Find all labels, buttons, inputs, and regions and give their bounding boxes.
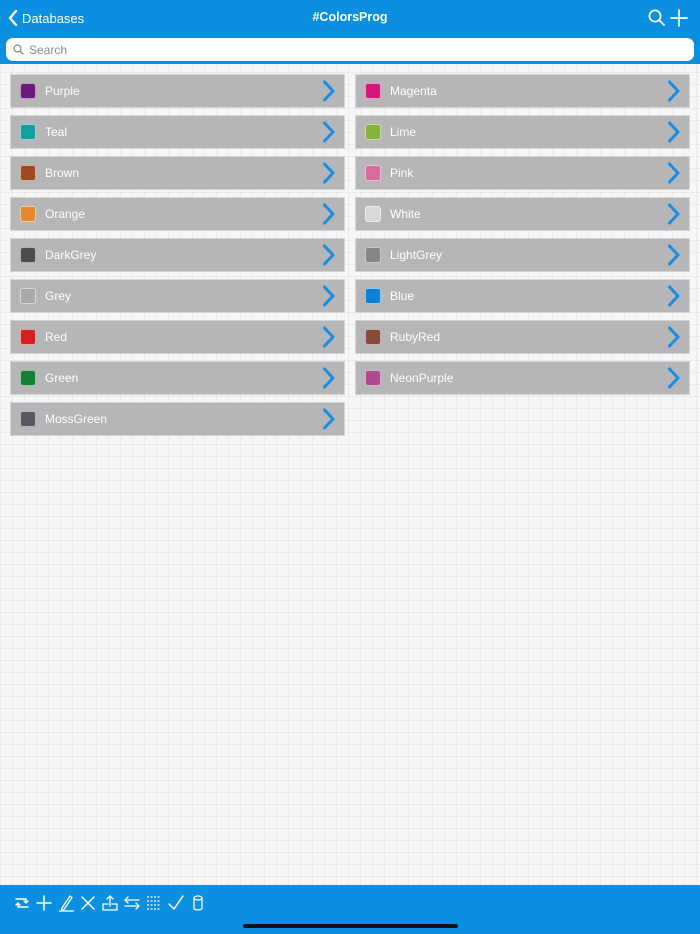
chevron-right-icon[interactable] [322, 244, 335, 266]
chevron-right-icon[interactable] [667, 244, 680, 266]
color-row-neonpurple[interactable]: NeonPurple [355, 361, 690, 395]
color-label: Purple [45, 84, 80, 98]
chevron-right-icon[interactable] [667, 80, 680, 102]
color-swatch [365, 83, 381, 99]
color-label: Blue [390, 289, 415, 303]
color-row-magenta[interactable]: Magenta [355, 74, 690, 108]
chevron-right-icon[interactable] [667, 121, 680, 143]
color-swatch [365, 124, 381, 140]
color-label: White [390, 207, 421, 221]
color-swatch [20, 288, 36, 304]
color-row-lightgrey[interactable]: LightGrey [355, 238, 690, 272]
search-field-icon [13, 44, 24, 55]
color-row-blue[interactable]: Blue [355, 279, 690, 313]
color-label: LightGrey [390, 248, 443, 262]
color-label: Magenta [390, 84, 437, 98]
color-row-mossgreen[interactable]: MossGreen [10, 402, 345, 436]
chevron-right-icon[interactable] [322, 203, 335, 225]
chevron-right-icon[interactable] [322, 367, 335, 389]
color-swatch [20, 370, 36, 386]
chevron-right-icon[interactable] [322, 80, 335, 102]
search-icon[interactable] [647, 8, 667, 28]
plus-icon[interactable] [669, 8, 689, 28]
chevron-right-icon[interactable] [667, 285, 680, 307]
color-label: RubyRed [390, 330, 441, 344]
color-swatch [20, 247, 36, 263]
color-row-white[interactable]: White [355, 197, 690, 231]
color-label: Pink [390, 166, 414, 180]
color-label: Red [45, 330, 68, 344]
nav-bar: Databases #ColorsProg [0, 0, 700, 36]
color-swatch [365, 247, 381, 263]
color-row-brown[interactable]: Brown [10, 156, 345, 190]
color-swatch [20, 329, 36, 345]
color-swatch [365, 370, 381, 386]
color-swatch [20, 206, 36, 222]
color-label: MossGreen [45, 412, 108, 426]
color-label: Teal [45, 125, 68, 139]
color-swatch [365, 288, 381, 304]
chevron-right-icon[interactable] [667, 162, 680, 184]
chevron-right-icon[interactable] [322, 121, 335, 143]
header-bar: Databases #ColorsProg [0, 0, 700, 64]
search-input[interactable] [29, 38, 694, 61]
color-label: Orange [45, 207, 86, 221]
search-bar[interactable] [6, 38, 694, 61]
chevron-right-icon[interactable] [667, 367, 680, 389]
color-swatch [365, 165, 381, 181]
color-label: Grey [45, 289, 72, 303]
color-row-orange[interactable]: Orange [10, 197, 345, 231]
chevron-right-icon[interactable] [322, 162, 335, 184]
color-row-purple[interactable]: Purple [10, 74, 345, 108]
color-swatch [365, 206, 381, 222]
chevron-right-icon[interactable] [667, 203, 680, 225]
color-row-green[interactable]: Green [10, 361, 345, 395]
check-icon[interactable] [166, 893, 186, 913]
color-row-rubyred[interactable]: RubyRed [355, 320, 690, 354]
color-label: Green [45, 371, 79, 385]
color-swatch [20, 411, 36, 427]
chevron-right-icon[interactable] [322, 326, 335, 348]
chevron-right-icon[interactable] [322, 408, 335, 430]
color-swatch [20, 165, 36, 181]
color-label: DarkGrey [45, 248, 97, 262]
database-icon[interactable] [188, 893, 208, 913]
color-label: NeonPurple [390, 371, 454, 385]
grid-icon[interactable] [144, 893, 164, 913]
color-row-darkgrey[interactable]: DarkGrey [10, 238, 345, 272]
color-swatch [20, 124, 36, 140]
color-row-pink[interactable]: Pink [355, 156, 690, 190]
color-label: Brown [45, 166, 80, 180]
refresh-icon[interactable] [12, 893, 32, 913]
edit-icon[interactable] [56, 893, 76, 913]
color-label: Lime [390, 125, 417, 139]
chevron-right-icon[interactable] [667, 326, 680, 348]
swap-icon[interactable] [122, 893, 142, 913]
color-row-grey[interactable]: Grey [10, 279, 345, 313]
page-title: #ColorsProg [312, 10, 388, 24]
color-swatch [365, 329, 381, 345]
color-swatch [20, 83, 36, 99]
add-icon[interactable] [34, 893, 54, 913]
home-indicator [243, 924, 458, 928]
color-row-lime[interactable]: Lime [355, 115, 690, 149]
color-row-teal[interactable]: Teal [10, 115, 345, 149]
export-icon[interactable] [100, 893, 120, 913]
chevron-right-icon[interactable] [322, 285, 335, 307]
color-row-red[interactable]: Red [10, 320, 345, 354]
delete-icon[interactable] [78, 893, 98, 913]
